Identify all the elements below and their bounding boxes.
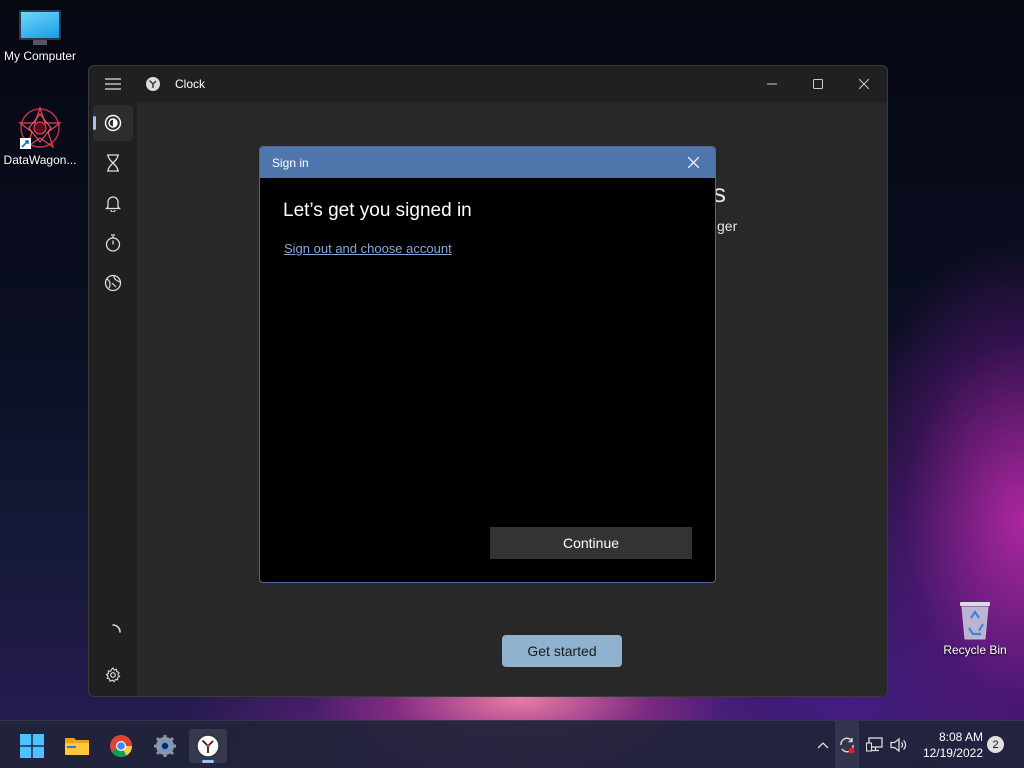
notification-count-badge[interactable]: 2 <box>987 736 1004 753</box>
title-bar: Clock <box>89 66 887 102</box>
nav-item-stopwatch[interactable] <box>93 225 133 261</box>
timer-hourglass-icon <box>107 154 119 172</box>
settings-gear-icon <box>154 735 176 757</box>
desktop-icon-label: My Computer <box>3 49 77 63</box>
taskbar-chrome[interactable] <box>102 729 140 763</box>
nav-item-world-clock[interactable] <box>93 265 133 301</box>
desktop-icon-label: DataWagon... <box>3 153 77 167</box>
computer-icon <box>19 10 61 46</box>
network-tray-icon[interactable] <box>864 721 886 768</box>
volume-tray-icon[interactable] <box>888 721 910 768</box>
nav-item-settings[interactable] <box>93 657 133 693</box>
taskbar-time: 8:08 AM <box>938 730 983 744</box>
hamburger-menu-button[interactable] <box>89 66 137 102</box>
nav-item-timer[interactable] <box>93 145 133 181</box>
bell-icon <box>105 196 121 212</box>
gear-icon <box>105 667 121 683</box>
show-hidden-icons-button[interactable] <box>812 721 834 768</box>
close-icon <box>859 79 869 89</box>
taskbar-date: 12/19/2022 <box>922 746 983 760</box>
datawagon-logo-icon <box>18 105 62 150</box>
taskbar-settings[interactable] <box>146 729 184 763</box>
get-started-button[interactable]: Get started <box>502 635 622 667</box>
continue-button[interactable]: Continue <box>490 527 692 559</box>
loading-spinner-icon <box>93 614 133 650</box>
dialog-title: Sign in <box>272 155 309 170</box>
maximize-button[interactable] <box>795 68 841 100</box>
desktop-icon-recycle-bin[interactable]: Recycle Bin <box>935 598 1015 657</box>
sync-icon <box>840 737 855 754</box>
menu-icon <box>105 78 121 90</box>
navigation-rail <box>89 102 137 696</box>
start-button[interactable] <box>13 729 51 763</box>
windows-logo-icon <box>20 734 44 758</box>
folder-icon <box>65 738 89 755</box>
chrome-icon <box>110 735 132 757</box>
maximize-icon <box>813 79 823 89</box>
sign-out-choose-account-link[interactable]: Sign out and choose account <box>284 241 452 256</box>
globe-icon <box>104 274 122 292</box>
clock-app-icon <box>145 76 161 92</box>
stopwatch-icon <box>105 234 121 252</box>
dialog-title-bar: Sign in <box>260 147 715 178</box>
desktop-icon-my-computer[interactable]: My Computer <box>0 10 80 63</box>
nav-item-alarm[interactable] <box>93 185 133 221</box>
network-icon <box>866 737 883 752</box>
taskbar-clock[interactable] <box>189 729 227 763</box>
desktop-icon-label: Recycle Bin <box>943 643 1007 657</box>
sync-status-tray-icon[interactable] <box>835 721 859 768</box>
dialog-close-button[interactable] <box>671 147 715 178</box>
focus-sessions-icon <box>104 114 122 132</box>
close-button[interactable] <box>841 68 887 100</box>
nav-item-focus-sessions[interactable] <box>93 105 133 141</box>
close-icon <box>687 157 699 168</box>
taskbar: 8:08 AM 12/19/2022 <box>0 720 1024 768</box>
speaker-icon <box>890 737 907 753</box>
background-text-fragment: ger <box>717 218 738 234</box>
minimize-button[interactable] <box>749 68 795 100</box>
desktop-icon-datawagon[interactable]: DataWagon... <box>0 105 80 167</box>
chevron-up-icon <box>817 742 829 749</box>
taskbar-clock-datetime[interactable]: 8:08 AM 12/19/2022 <box>917 729 983 761</box>
taskbar-file-explorer[interactable] <box>58 729 96 763</box>
clock-app-icon <box>196 734 220 758</box>
dialog-heading: Let’s get you signed in <box>283 200 472 221</box>
minimize-icon <box>767 83 777 85</box>
window-controls <box>749 68 887 100</box>
window-title: Clock <box>175 77 206 91</box>
sign-in-dialog: Sign in Let’s get you signed in Sign out… <box>259 146 716 583</box>
recycle-bin-icon <box>957 598 993 640</box>
